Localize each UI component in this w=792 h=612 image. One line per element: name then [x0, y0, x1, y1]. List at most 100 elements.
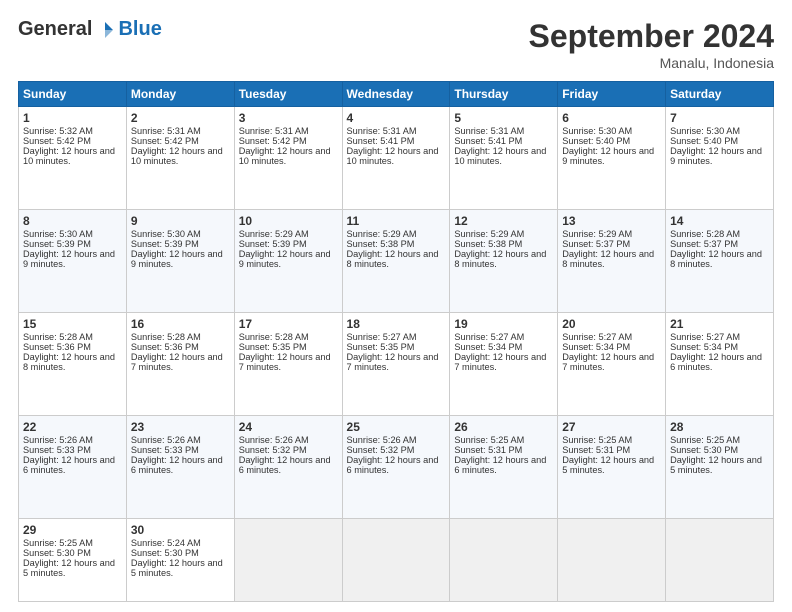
calendar-cell: 30Sunrise: 5:24 AMSunset: 5:30 PMDayligh… — [126, 518, 234, 601]
calendar-cell: 2Sunrise: 5:31 AMSunset: 5:42 PMDaylight… — [126, 107, 234, 210]
daylight: Daylight: 12 hours and 8 minutes. — [347, 249, 439, 269]
calendar-cell: 24Sunrise: 5:26 AMSunset: 5:32 PMDayligh… — [234, 415, 342, 518]
daylight: Daylight: 12 hours and 9 minutes. — [23, 249, 115, 269]
calendar-header-row: SundayMondayTuesdayWednesdayThursdayFrid… — [19, 82, 774, 107]
calendar-cell: 20Sunrise: 5:27 AMSunset: 5:34 PMDayligh… — [558, 312, 666, 415]
daylight: Daylight: 12 hours and 5 minutes. — [131, 558, 223, 578]
sunset: Sunset: 5:31 PM — [562, 445, 630, 455]
daylight: Daylight: 12 hours and 5 minutes. — [562, 455, 654, 475]
day-number: 18 — [347, 317, 446, 331]
sunrise: Sunrise: 5:24 AM — [131, 538, 201, 548]
day-number: 29 — [23, 523, 122, 537]
calendar-cell: 8Sunrise: 5:30 AMSunset: 5:39 PMDaylight… — [19, 209, 127, 312]
calendar-cell: 18Sunrise: 5:27 AMSunset: 5:35 PMDayligh… — [342, 312, 450, 415]
calendar-cell — [558, 518, 666, 601]
calendar-week-3: 15 Sunrise: 5:28 AM Sunset: 5:36 PM Dayligh… — [19, 312, 774, 415]
day-number: 8 — [23, 214, 122, 228]
sunset: Sunset: 5:33 PM — [23, 445, 91, 455]
calendar-cell: 4Sunrise: 5:31 AMSunset: 5:41 PMDaylight… — [342, 107, 450, 210]
daylight: Daylight: 12 hours and 10 minutes. — [347, 146, 439, 166]
sunrise: Sunrise: 5:25 AM — [670, 435, 740, 445]
daylight: Daylight: 12 hours and 6 minutes. — [347, 455, 439, 475]
sunset: Sunset: 5:34 PM — [670, 342, 738, 352]
calendar-cell: 7Sunrise: 5:30 AMSunset: 5:40 PMDaylight… — [666, 107, 774, 210]
daylight: Daylight: 12 hours and 6 minutes. — [131, 455, 223, 475]
sunrise: Sunrise: 5:27 AM — [347, 332, 417, 342]
sunrise: Sunrise: 5:30 AM — [562, 126, 632, 136]
sunset: Sunset: 5:37 PM — [670, 239, 738, 249]
calendar-cell: 28Sunrise: 5:25 AMSunset: 5:30 PMDayligh… — [666, 415, 774, 518]
day-number: 4 — [347, 111, 446, 125]
daylight: Daylight: 12 hours and 7 minutes. — [347, 352, 439, 372]
col-header-friday: Friday — [558, 82, 666, 107]
logo-blue: Blue — [118, 18, 161, 41]
calendar-cell: 17Sunrise: 5:28 AMSunset: 5:35 PMDayligh… — [234, 312, 342, 415]
sunrise: Sunrise: 5:31 AM — [454, 126, 524, 136]
sunrise: Sunrise: 5:27 AM — [454, 332, 524, 342]
day-number: 5 — [454, 111, 553, 125]
calendar-cell: 3Sunrise: 5:31 AMSunset: 5:42 PMDaylight… — [234, 107, 342, 210]
sunrise: Sunrise: 5:27 AM — [670, 332, 740, 342]
sunrise: Sunrise: 5:30 AM — [23, 229, 93, 239]
day-number: 14 — [670, 214, 769, 228]
calendar-cell: 29Sunrise: 5:25 AMSunset: 5:30 PMDayligh… — [19, 518, 127, 601]
day-number: 3 — [239, 111, 338, 125]
daylight: Daylight: 12 hours and 5 minutes. — [670, 455, 762, 475]
daylight: Daylight: 12 hours and 9 minutes. — [670, 146, 762, 166]
calendar-cell: 12Sunrise: 5:29 AMSunset: 5:38 PMDayligh… — [450, 209, 558, 312]
day-number: 12 — [454, 214, 553, 228]
day-number: 20 — [562, 317, 661, 331]
sunset: Sunset: 5:36 PM — [23, 342, 91, 352]
daylight: Daylight: 12 hours and 7 minutes. — [562, 352, 654, 372]
sunrise: Sunrise: 5:29 AM — [454, 229, 524, 239]
day-number: 15 — [23, 317, 122, 331]
sunset: Sunset: 5:39 PM — [239, 239, 307, 249]
sunrise: Sunrise: 5:28 AM — [239, 332, 309, 342]
calendar-table: SundayMondayTuesdayWednesdayThursdayFrid… — [18, 81, 774, 602]
sunrise: Sunrise: 5:26 AM — [239, 435, 309, 445]
daylight: Daylight: 12 hours and 8 minutes. — [670, 249, 762, 269]
page: General Blue September 2024 Manalu, Indo… — [0, 0, 792, 612]
sunrise: Sunrise: 5:28 AM — [670, 229, 740, 239]
day-number: 30 — [131, 523, 230, 537]
daylight: Daylight: 12 hours and 10 minutes. — [454, 146, 546, 166]
sunset: Sunset: 5:30 PM — [131, 548, 199, 558]
calendar-cell: 13Sunrise: 5:29 AMSunset: 5:37 PMDayligh… — [558, 209, 666, 312]
calendar-cell: 1Sunrise: 5:32 AMSunset: 5:42 PMDaylight… — [19, 107, 127, 210]
calendar-cell: 26Sunrise: 5:25 AMSunset: 5:31 PMDayligh… — [450, 415, 558, 518]
day-number: 19 — [454, 317, 553, 331]
sunset: Sunset: 5:32 PM — [239, 445, 307, 455]
calendar-week-5: 29Sunrise: 5:25 AM Sunset: 5:30 PMDayligh… — [19, 518, 774, 601]
daylight: Daylight: 12 hours and 6 minutes. — [239, 455, 331, 475]
sunrise: Sunrise: 5:25 AM — [23, 538, 93, 548]
sunrise: Sunrise: 5:26 AM — [23, 435, 93, 445]
calendar-cell: 16Sunrise: 5:28 AMSunset: 5:36 PMDayligh… — [126, 312, 234, 415]
calendar-cell: 9Sunrise: 5:30 AMSunset: 5:39 PMDaylight… — [126, 209, 234, 312]
col-header-monday: Monday — [126, 82, 234, 107]
sunset: Sunset: 5:40 PM — [670, 136, 738, 146]
daylight: Daylight: 12 hours and 6 minutes. — [670, 352, 762, 372]
day-number: 13 — [562, 214, 661, 228]
sunset: Sunset: 5:38 PM — [454, 239, 522, 249]
day-number: 10 — [239, 214, 338, 228]
calendar-cell: 27Sunrise: 5:25 AMSunset: 5:31 PMDayligh… — [558, 415, 666, 518]
day-number: 23 — [131, 420, 230, 434]
sunset: Sunset: 5:37 PM — [562, 239, 630, 249]
sunset: Sunset: 5:38 PM — [347, 239, 415, 249]
day-number: 24 — [239, 420, 338, 434]
daylight: Daylight: 12 hours and 10 minutes. — [23, 146, 115, 166]
col-header-wednesday: Wednesday — [342, 82, 450, 107]
day-number: 6 — [562, 111, 661, 125]
logo: General Blue — [18, 18, 162, 41]
daylight: Daylight: 12 hours and 7 minutes. — [454, 352, 546, 372]
calendar-cell: 23Sunrise: 5:26 AMSunset: 5:33 PMDayligh… — [126, 415, 234, 518]
day-number: 25 — [347, 420, 446, 434]
sunrise: Sunrise: 5:30 AM — [670, 126, 740, 136]
sunset: Sunset: 5:41 PM — [347, 136, 415, 146]
sunrise: Sunrise: 5:29 AM — [239, 229, 309, 239]
sunrise: Sunrise: 5:29 AM — [562, 229, 632, 239]
sunset: Sunset: 5:31 PM — [454, 445, 522, 455]
col-header-sunday: Sunday — [19, 82, 127, 107]
daylight: Daylight: 12 hours and 6 minutes. — [23, 455, 115, 475]
day-number: 17 — [239, 317, 338, 331]
